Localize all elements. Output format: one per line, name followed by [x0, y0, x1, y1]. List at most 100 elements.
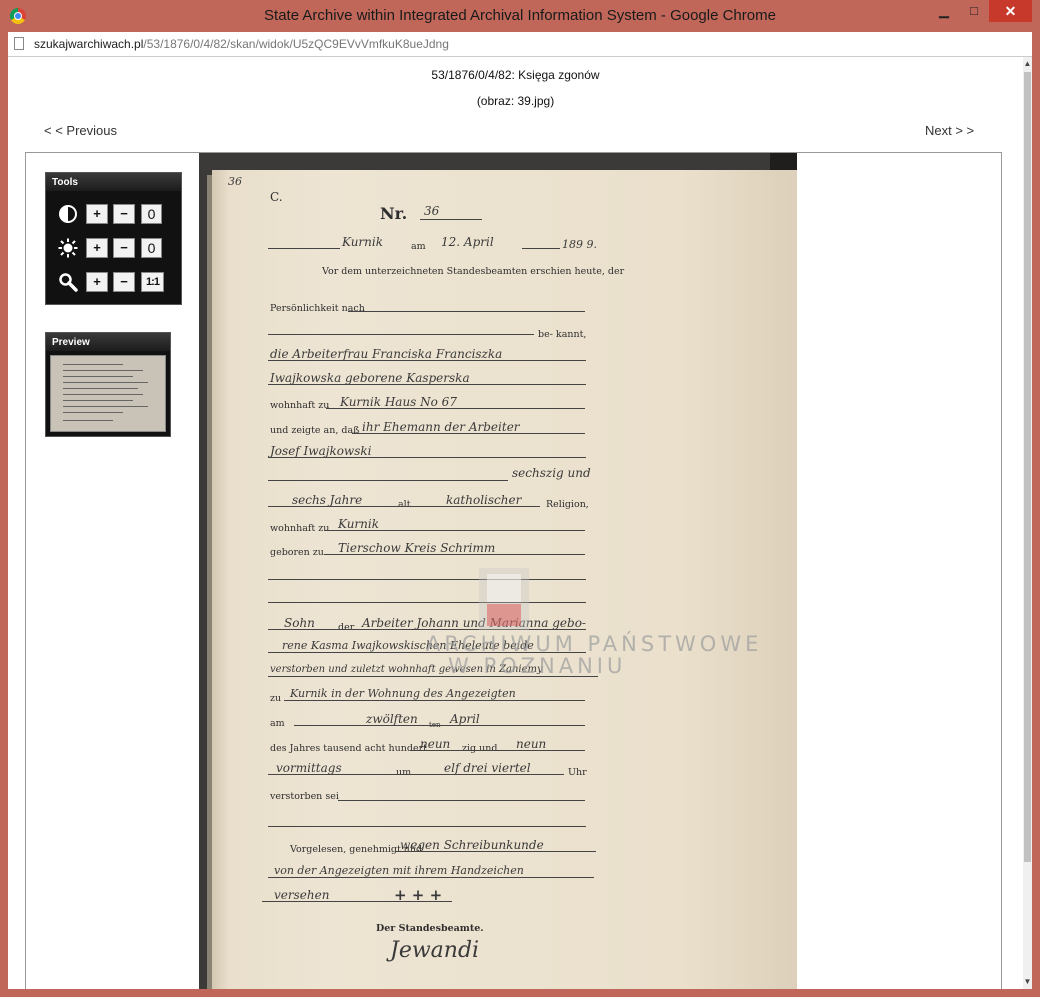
- brightness-icon: [58, 238, 78, 258]
- brightness-row: + − 0: [46, 236, 181, 260]
- thumbnail-line: [63, 382, 148, 383]
- preview-panel: Preview: [45, 332, 171, 437]
- contrast-reset-button[interactable]: 0: [141, 204, 162, 224]
- handwritten-text: wegen Schreibunkunde: [400, 838, 544, 852]
- text-line: Vor dem unterzeichneten Standesbeamten e…: [322, 266, 625, 277]
- handwritten-text: Tierschow Kreis Schrimm: [338, 541, 496, 555]
- handwritten-text: neun: [420, 737, 451, 751]
- vertical-scrollbar[interactable]: ▲ ▼: [1023, 57, 1032, 989]
- handwritten-text: von der Angezeigten mit ihrem Handzeiche…: [274, 864, 524, 877]
- scroll-up-icon[interactable]: ▲: [1023, 57, 1032, 71]
- previous-link[interactable]: < < Previous: [44, 123, 117, 138]
- url-text[interactable]: szukajwarchiwach.pl/53/1876/0/4/82/skan/…: [34, 37, 449, 51]
- rule: [338, 800, 585, 801]
- rule: [268, 826, 586, 827]
- text-line: zu: [270, 693, 282, 704]
- rule: [268, 457, 586, 458]
- title-bar[interactable]: State Archive within Integrated Archival…: [0, 0, 1040, 32]
- text-line: der: [338, 622, 355, 633]
- handwritten-text: Josef Iwajkowski: [270, 444, 372, 458]
- text-line: geboren zu: [270, 547, 324, 558]
- handwritten-text: elf drei viertel: [444, 761, 531, 775]
- rule: [522, 248, 560, 249]
- handwritten-text: Kurnik Haus No 67: [340, 395, 457, 409]
- handwritten-text: Kurnik in der Wohnung des Angezeigten: [290, 687, 516, 700]
- rule: [268, 579, 586, 580]
- text-line: zig und: [462, 743, 498, 754]
- rule: [352, 433, 585, 434]
- text-line: Persönlichkeit nach: [270, 303, 365, 314]
- thumbnail-line: [63, 394, 143, 395]
- year: 189 9.: [562, 238, 597, 251]
- scroll-down-icon[interactable]: ▼: [1023, 975, 1032, 989]
- handwritten-text: Arbeiter Johann und Marianna gebo-: [362, 616, 586, 630]
- handwritten-text: versehen: [274, 888, 330, 902]
- thumbnail-line: [63, 370, 143, 371]
- thumbnail-line: [63, 364, 123, 365]
- text-line: um: [396, 767, 412, 778]
- text-line: be- kannt,: [538, 329, 587, 340]
- rule: [294, 725, 585, 726]
- contrast-row: + − 0: [46, 202, 181, 226]
- browser-window: State Archive within Integrated Archival…: [0, 0, 1040, 997]
- rule: [262, 901, 452, 902]
- maximize-button[interactable]: □: [960, 0, 988, 22]
- rule: [410, 750, 585, 751]
- tools-panel: Tools + − 0 + − 0 + − 1:1: [45, 172, 182, 305]
- window-title: State Archive within Integrated Archival…: [264, 7, 776, 24]
- close-button[interactable]: ✕: [989, 0, 1032, 22]
- archive-logo-icon: [479, 568, 529, 630]
- rule: [420, 219, 482, 220]
- zoom-row: + − 1:1: [46, 270, 181, 294]
- death-record: 36 C. Nr. 36 Kurnik am 12. April 189 9. …: [212, 170, 797, 989]
- rule: [268, 602, 586, 603]
- url-path: /53/1876/0/4/82/skan/widok/U5zQC9EVvVmfk…: [143, 37, 449, 51]
- text-line: und zeigte an, daß: [270, 425, 360, 436]
- text-line: Religion,: [546, 499, 589, 510]
- brightness-reset-button[interactable]: 0: [141, 238, 162, 258]
- rule: [268, 334, 534, 335]
- text-line: wohnhaft zu: [270, 400, 330, 411]
- rule: [268, 877, 594, 878]
- page-icon: [14, 37, 24, 50]
- scrollbar-thumb[interactable]: [1024, 72, 1031, 862]
- handwritten-text: Sohn: [284, 616, 315, 630]
- preview-title: Preview: [46, 333, 170, 351]
- am-label: am: [411, 241, 426, 252]
- address-bar[interactable]: szukajwarchiwach.pl/53/1876/0/4/82/skan/…: [8, 32, 1032, 57]
- handwritten-text: Iwajkowska geborene Kasperska: [270, 371, 470, 385]
- text-line: Der Standesbeamte.: [376, 923, 484, 934]
- zoom-plus-button[interactable]: +: [86, 272, 108, 292]
- image-viewer[interactable]: Tools + − 0 + − 0 + − 1:1 Preview 36 C. …: [25, 152, 1002, 989]
- thumbnail-line: [63, 388, 138, 389]
- handwritten-text: April: [450, 712, 480, 726]
- thumbnail-line: [63, 400, 133, 401]
- rule: [348, 311, 585, 312]
- text-line: wohnhaft zu: [270, 523, 330, 534]
- minimize-button[interactable]: ▁: [930, 0, 958, 22]
- brightness-minus-button[interactable]: −: [113, 238, 135, 258]
- handwritten-text: vormittags: [276, 761, 342, 775]
- zoom-minus-button[interactable]: −: [113, 272, 135, 292]
- rule: [268, 384, 586, 385]
- preview-thumbnail[interactable]: [50, 355, 166, 432]
- next-link[interactable]: Next > >: [925, 123, 974, 138]
- watermark-text: W POZNANIU: [448, 654, 627, 678]
- zoom-reset-button[interactable]: 1:1: [141, 272, 164, 292]
- rule: [268, 248, 340, 249]
- handwritten-text: zwölften: [366, 712, 418, 726]
- rule: [324, 554, 585, 555]
- page-title: 53/1876/0/4/82: Księga zgonów: [431, 68, 600, 82]
- rule: [268, 480, 508, 481]
- scan-image-area[interactable]: 36 C. Nr. 36 Kurnik am 12. April 189 9. …: [199, 153, 797, 989]
- contrast-minus-button[interactable]: −: [113, 204, 135, 224]
- handwritten-text: sechs Jahre: [292, 493, 363, 507]
- rule: [268, 629, 586, 630]
- brightness-plus-button[interactable]: +: [86, 238, 108, 258]
- text-line: am: [270, 718, 285, 729]
- nr-value: 36: [424, 204, 440, 218]
- nr-label: Nr.: [380, 204, 408, 223]
- thumbnail-line: [63, 406, 148, 407]
- page-content: 53/1876/0/4/82: Księga zgonów (obraz: 39…: [8, 57, 1032, 989]
- contrast-plus-button[interactable]: +: [86, 204, 108, 224]
